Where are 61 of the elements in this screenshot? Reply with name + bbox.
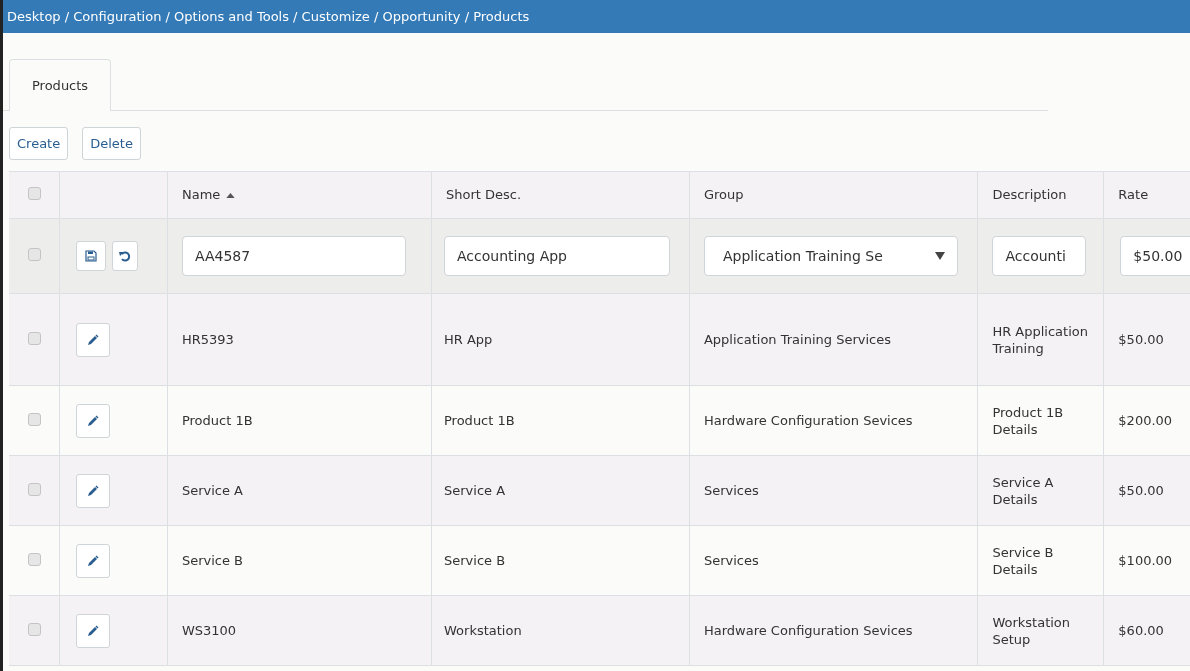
edit-button[interactable] <box>76 543 111 578</box>
table-cell: Product 1B <box>444 412 515 428</box>
table-cell: Service A Details <box>992 474 1054 507</box>
undo-button[interactable] <box>112 241 139 271</box>
dropdown-caret-icon <box>934 252 945 260</box>
table-cell: Workstation <box>444 622 522 638</box>
group-dropdown[interactable]: Application Training Se <box>703 236 958 276</box>
table-cell: Application Training Services <box>703 331 891 347</box>
table-cell: WS3100 <box>181 622 237 638</box>
table-cell: Service A <box>444 482 506 498</box>
table-cell: Services <box>703 482 759 498</box>
toolbar-button[interactable]: Delete <box>82 127 141 160</box>
table-cell: $100.00 <box>1118 552 1173 568</box>
column-header[interactable]: Short Desc. <box>446 185 522 205</box>
save-button[interactable] <box>76 241 107 271</box>
column-header[interactable]: Rate <box>1118 185 1149 205</box>
table-cell: HR5393 <box>181 331 234 347</box>
checkbox[interactable] <box>27 552 41 566</box>
checkbox[interactable] <box>27 482 41 496</box>
breadcrumb: Desktop / Configuration / Options and Tools / Customize / Opportunity / Products <box>7 7 530 26</box>
table-cell: Service A <box>181 482 243 498</box>
edit-button[interactable] <box>76 613 111 648</box>
table-cell: $50.00 <box>1118 331 1164 347</box>
checkbox[interactable] <box>27 248 41 261</box>
undo-icon <box>119 250 132 262</box>
pencil-icon <box>87 554 100 567</box>
save-icon <box>85 250 98 262</box>
short-desc-field[interactable]: Accounting App <box>444 236 670 276</box>
toolbar-button[interactable]: Create <box>9 127 69 160</box>
checkbox[interactable] <box>27 622 41 636</box>
edit-button[interactable] <box>76 473 111 508</box>
pencil-icon <box>87 484 100 497</box>
description-field[interactable]: Accounti <box>992 236 1087 276</box>
table-cell: Service B <box>444 552 506 568</box>
table-cell: Hardware Configuration Sevices <box>703 622 913 638</box>
table-cell: Service B Details <box>992 544 1054 577</box>
table-cell: $50.00 <box>1118 482 1164 498</box>
table-cell: HR App <box>444 331 493 347</box>
table-cell: Service B <box>181 552 244 568</box>
name-field[interactable]: AA4587 <box>181 236 406 276</box>
tab[interactable]: Products <box>9 59 112 111</box>
table-cell: Workstation Setup <box>992 614 1071 647</box>
table-cell: $60.00 <box>1118 622 1164 638</box>
table-cell: HR Application Training <box>992 323 1088 356</box>
edit-button[interactable] <box>76 322 111 357</box>
table-cell: Services <box>703 552 759 568</box>
pencil-icon <box>87 414 100 427</box>
pencil-icon <box>87 624 100 637</box>
edit-button[interactable] <box>76 403 111 438</box>
pencil-icon <box>87 333 100 346</box>
column-header[interactable]: Description <box>992 185 1067 205</box>
checkbox[interactable] <box>27 412 41 426</box>
column-header[interactable]: Group <box>703 185 744 205</box>
table-cell: Product 1B <box>181 412 253 428</box>
table-cell: Product 1B Details <box>992 404 1064 437</box>
table-cell: Hardware Configuration Sevices <box>703 412 913 428</box>
column-header[interactable]: Name <box>181 185 221 205</box>
checkbox[interactable] <box>27 187 41 200</box>
table-cell: $200.00 <box>1118 412 1173 428</box>
rate-field[interactable]: $50.00 <box>1120 236 1190 276</box>
checkbox[interactable] <box>27 331 41 345</box>
